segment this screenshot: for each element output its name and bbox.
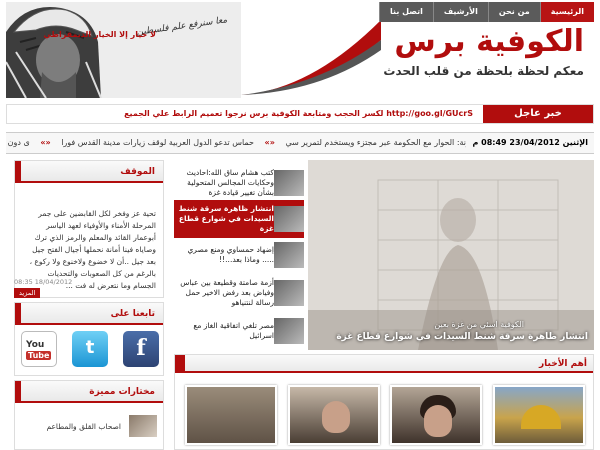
headline-title[interactable]: مصر تلغي اتفاقية الغاز مع اسرائيل [178, 321, 274, 341]
picks-thumbnail[interactable] [129, 415, 157, 437]
top-news-photos [185, 385, 585, 445]
top-news-photo[interactable] [287, 385, 380, 445]
twitter-icon[interactable]: t [72, 331, 108, 367]
ticker-separator: «» [264, 138, 275, 147]
youtube-you-text: You [26, 340, 45, 350]
headline-list: كتب هشام ساق الله:احاديث وحكايات المجالس… [174, 160, 304, 350]
portrait-face [424, 405, 453, 437]
nav-item-home[interactable]: الرئيسية [539, 2, 594, 22]
position-box-header: الموقف [15, 161, 163, 183]
headline-thumbnail[interactable] [274, 318, 304, 344]
top-news-photo[interactable] [390, 385, 483, 445]
follow-box-header: تابعنا على [15, 303, 163, 325]
breaking-news-link[interactable]: لكسر الحجب ومتابعة الكوفية برس نرجوا تعم… [124, 105, 473, 123]
site-logo-subtitle: معكم لحظة بلحظة من قلب الحدث [383, 64, 584, 78]
headline-item[interactable]: إضهاد حمساوي ومنع مصري ..... وماذا بعد..… [174, 236, 304, 274]
featured-caption[interactable]: انتشار ظاهرة سرقة شنط السيدات في شوارع ق… [336, 332, 588, 342]
site-logo-title[interactable]: الكوفية برس [394, 24, 585, 59]
position-box-title: الموقف [120, 167, 155, 177]
headline-item[interactable]: أزمة صامتة وقطيعة بين عباس وفياض بعد رفض… [174, 274, 304, 312]
news-ticker: زكارنة: الحوار مع الحكومة عبر مجتزء ويست… [6, 132, 594, 154]
picks-box-title: مختارات مميزة [89, 387, 155, 397]
headline-thumbnail[interactable] [274, 242, 304, 268]
portrait-face [321, 401, 350, 433]
page: معا سنرفع علم فلسطين الرئيسية من نحن الأ… [6, 0, 594, 450]
headline-title[interactable]: إضهاد حمساوي ومنع مصري ..... وماذا بعد..… [178, 245, 274, 265]
youtube-tube-text: Tube [26, 351, 52, 360]
ticker-item[interactable]: حماس تدعو الدول العربية لوقف زيارات مدين… [61, 138, 254, 147]
ticker-separator: «» [40, 138, 51, 147]
ticker-date: الإثنين 23/04/2012 08:49 م [466, 133, 594, 153]
nav-item-archive[interactable]: الأرشيف [432, 2, 488, 22]
headline-title[interactable]: كتب هشام ساق الله:احاديث وحكايات المجالس… [178, 168, 274, 198]
picks-item[interactable]: اصحاب القلق والمطاعم [46, 415, 157, 437]
headline-thumbnail[interactable] [274, 280, 304, 306]
featured-subcaption: الكوفية اسئي من غزة بعين [434, 320, 524, 329]
box-marker [15, 161, 21, 183]
top-news-photo[interactable] [492, 385, 585, 445]
position-heading[interactable]: لا خيار إلا الخيار الديمقراطي [43, 30, 156, 39]
box-marker [15, 303, 21, 325]
headline-title[interactable]: أزمة صامتة وقطيعة بين عباس وفياض بعد رفض… [178, 278, 274, 308]
headline-item[interactable]: مصر تلغي اتفاقية الغاز مع اسرائيل [174, 312, 304, 350]
top-news-header: أهم الأخبار [175, 355, 593, 373]
nav-item-about[interactable]: من نحن [487, 2, 540, 22]
top-news-title: أهم الأخبار [538, 359, 587, 369]
picks-box-header: مختارات مميزة [15, 381, 163, 403]
main-nav: الرئيسية من نحن الأرشيف اتصل بنا [379, 2, 594, 22]
follow-box-title: تابعنا على [110, 309, 155, 319]
breaking-news-bar: خبر عاجل لكسر الحجب ومتابعة الكوفية برس … [6, 104, 594, 124]
facebook-glyph: f [136, 335, 146, 361]
featured-story[interactable]: الكوفية اسئي من غزة بعين انتشار ظاهرة سر… [308, 160, 594, 350]
breaking-news-label: خبر عاجل [483, 105, 593, 123]
headline-thumbnail[interactable] [274, 206, 304, 232]
top-news-section: أهم الأخبار [174, 354, 594, 450]
headline-title[interactable]: انتشار ظاهرة سرقة شنط السيدات في شوارع ق… [178, 204, 274, 234]
headline-item-active[interactable]: انتشار ظاهرة سرقة شنط السيدات في شوارع ق… [174, 200, 304, 238]
position-date: 08:35 18/04/2012 [14, 278, 73, 286]
header-portrait-image: معا سنرفع علم فلسطين [6, 2, 241, 98]
twitter-glyph: t [85, 337, 95, 358]
ticker-items: زكارنة: الحوار مع الحكومة عبر مجتزء ويست… [6, 133, 484, 153]
header: معا سنرفع علم فلسطين الرئيسية من نحن الأ… [6, 0, 594, 100]
social-icons: You Tube t f [21, 331, 159, 371]
follow-us-box: تابعنا على You Tube t f [14, 302, 164, 376]
headline-item[interactable]: كتب هشام ساق الله:احاديث وحكايات المجالس… [174, 164, 304, 202]
position-more-button[interactable]: المزيد [14, 288, 41, 298]
ticker-item[interactable]: ى دون اصابات [6, 138, 30, 147]
youtube-icon[interactable]: You Tube [21, 331, 57, 367]
nav-item-contact[interactable]: اتصل بنا [379, 2, 433, 22]
box-marker [175, 355, 185, 373]
headline-thumbnail[interactable] [274, 170, 304, 196]
picks-item-title[interactable]: اصحاب القلق والمطاعم [46, 422, 121, 431]
header-swoosh-decoration [241, 20, 381, 95]
ticker-item[interactable]: زكارنة: الحوار مع الحكومة عبر مجتزء ويست… [285, 138, 480, 147]
dome-of-the-rock-image [520, 405, 561, 429]
box-marker [15, 381, 21, 403]
top-news-photo[interactable] [185, 385, 277, 445]
facebook-icon[interactable]: f [123, 331, 159, 367]
featured-picks-box: مختارات مميزة اصحاب القلق والمطاعم [14, 380, 164, 450]
